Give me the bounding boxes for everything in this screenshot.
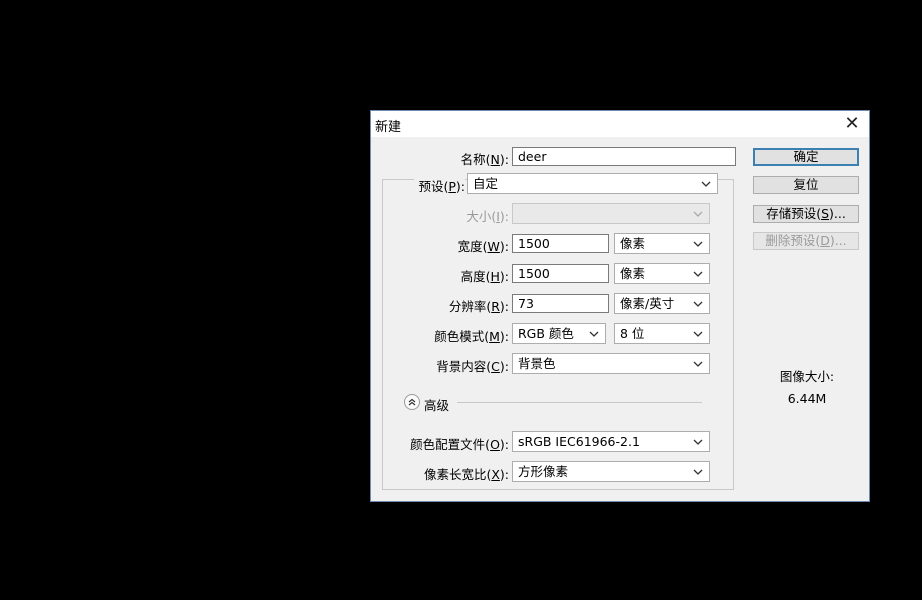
height-input[interactable]: 1500 bbox=[512, 264, 609, 283]
resolution-unit-value: 像素/英寸 bbox=[620, 296, 675, 311]
background-select[interactable]: 背景色 bbox=[512, 353, 710, 374]
chevron-down-icon bbox=[693, 211, 703, 217]
advanced-label[interactable]: 高级 bbox=[424, 395, 449, 414]
pixel-aspect-value: 方形像素 bbox=[518, 464, 569, 479]
delete-preset-button: 删除预设(D)... bbox=[753, 232, 859, 250]
bit-depth-value: 8 位 bbox=[620, 326, 645, 341]
background-value: 背景色 bbox=[518, 356, 556, 371]
bit-depth-select[interactable]: 8 位 bbox=[614, 323, 710, 344]
preset-select[interactable]: 自定 bbox=[467, 173, 718, 194]
color-mode-select[interactable]: RGB 颜色 bbox=[512, 323, 606, 344]
image-size-value: 6.44M bbox=[787, 391, 827, 406]
width-unit-select[interactable]: 像素 bbox=[614, 233, 710, 254]
chevron-down-icon bbox=[693, 331, 703, 337]
chevron-down-icon bbox=[589, 331, 599, 337]
resolution-label: 分辨率(R): bbox=[448, 299, 509, 314]
name-input[interactable]: deer bbox=[512, 147, 736, 166]
chevron-down-icon bbox=[693, 361, 703, 367]
color-profile-value: sRGB IEC61966-2.1 bbox=[518, 434, 640, 449]
height-unit-select[interactable]: 像素 bbox=[614, 263, 710, 284]
chevron-down-icon bbox=[701, 181, 711, 187]
preset-value: 自定 bbox=[473, 176, 499, 191]
color-profile-label: 颜色配置文件(O): bbox=[410, 437, 509, 452]
color-mode-label: 颜色模式(M): bbox=[434, 329, 509, 344]
width-unit-value: 像素 bbox=[620, 236, 646, 251]
ok-button[interactable]: 确定 bbox=[753, 148, 859, 166]
chevron-down-icon bbox=[693, 301, 703, 307]
background-label: 背景内容(C): bbox=[436, 359, 509, 374]
size-label: 大小(I): bbox=[466, 209, 509, 224]
new-document-dialog: 新建 ✕ 名称(N): deer 预设(P): 自定 大小(I): 宽度(W):… bbox=[370, 110, 870, 502]
height-unit-value: 像素 bbox=[620, 266, 646, 281]
collapse-advanced-icon[interactable] bbox=[404, 394, 420, 410]
save-preset-button[interactable]: 存储预设(S)... bbox=[753, 205, 859, 223]
name-label: 名称(N): bbox=[460, 152, 509, 167]
chevron-down-icon bbox=[693, 241, 703, 247]
chevron-down-icon bbox=[693, 439, 703, 445]
color-mode-value: RGB 颜色 bbox=[518, 326, 574, 341]
preset-label: 预设(P): bbox=[414, 176, 465, 195]
close-icon[interactable]: ✕ bbox=[841, 113, 863, 135]
height-label: 高度(H): bbox=[460, 269, 509, 284]
chevron-down-icon bbox=[693, 469, 703, 475]
chevron-down-icon bbox=[693, 271, 703, 277]
dialog-titlebar: 新建 ✕ bbox=[371, 111, 869, 137]
width-input[interactable]: 1500 bbox=[512, 234, 609, 253]
size-select bbox=[512, 203, 710, 224]
width-label: 宽度(W): bbox=[457, 239, 509, 254]
pixel-aspect-select[interactable]: 方形像素 bbox=[512, 461, 710, 482]
color-profile-select[interactable]: sRGB IEC61966-2.1 bbox=[512, 431, 710, 452]
image-size-label: 图像大小: bbox=[779, 369, 835, 384]
resolution-input[interactable]: 73 bbox=[512, 294, 609, 313]
advanced-separator bbox=[457, 402, 702, 403]
resolution-unit-select[interactable]: 像素/英寸 bbox=[614, 293, 710, 314]
pixel-aspect-label: 像素长宽比(X): bbox=[423, 467, 509, 482]
reset-button[interactable]: 复位 bbox=[753, 176, 859, 194]
dialog-title: 新建 bbox=[375, 120, 402, 135]
